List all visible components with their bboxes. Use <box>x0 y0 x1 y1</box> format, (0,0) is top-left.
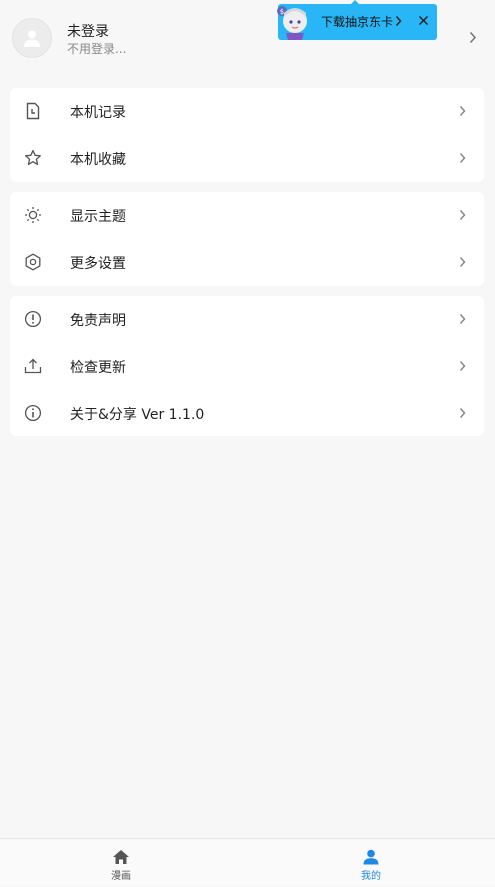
avatar[interactable] <box>12 18 52 58</box>
banner-pointer <box>351 0 359 4</box>
tab-label: 我的 <box>361 871 381 882</box>
home-icon <box>113 850 129 864</box>
chevron-right-icon <box>459 257 466 267</box>
menu-item-label: 更多设置 <box>70 256 126 272</box>
info-circle-icon <box>24 404 42 422</box>
star-icon <box>25 149 41 166</box>
menu-group-settings: 显示主题 更多设置 <box>10 192 484 286</box>
menu-item-display-theme[interactable]: 显示主题 <box>10 192 484 239</box>
menu-item-label: 免责声明 <box>70 313 126 329</box>
promo-banner[interactable]: $ 下载抽京东卡 <box>277 0 437 40</box>
chevron-right-icon <box>459 153 466 163</box>
menu-item-check-update[interactable]: 检查更新 <box>10 343 484 390</box>
tab-label: 漫画 <box>111 871 131 882</box>
sun-icon <box>25 207 41 223</box>
promo-banner-text: 下载抽京东卡 <box>321 15 394 29</box>
document-icon <box>26 102 40 120</box>
menu-item-local-records[interactable]: 本机记录 <box>10 88 484 135</box>
chevron-right-icon <box>459 106 466 116</box>
menu-item-label: 本机记录 <box>70 105 126 121</box>
profile-name: 未登录 <box>67 24 109 40</box>
avatar-placeholder-icon <box>24 30 40 47</box>
upload-icon <box>24 358 42 374</box>
menu-item-label: 本机收藏 <box>70 152 126 168</box>
menu-item-label: 显示主题 <box>70 209 126 225</box>
person-icon <box>363 849 379 865</box>
tab-mine[interactable]: 我的 <box>311 839 431 887</box>
menu-item-more-settings[interactable]: 更多设置 <box>10 239 484 286</box>
tab-comics[interactable]: 漫画 <box>61 839 181 887</box>
close-icon[interactable] <box>418 15 429 26</box>
menu-item-about-share[interactable]: 关于&分享 Ver 1.1.0 <box>10 390 484 437</box>
profile-subtitle: 不用登录... <box>67 42 127 56</box>
chevron-right-icon <box>395 16 402 26</box>
chevron-right-icon <box>459 210 466 220</box>
chevron-right-icon <box>459 314 466 324</box>
menu-group-about: 免责声明 检查更新 关于&分享 Ver 1.1.0 <box>10 296 484 436</box>
menu-item-disclaimer[interactable]: 免责声明 <box>10 296 484 343</box>
chevron-right-icon <box>459 361 466 371</box>
mascot-icon: $ <box>277 6 307 40</box>
hexagon-settings-icon <box>25 253 41 271</box>
chevron-right-icon <box>469 31 477 44</box>
chevron-right-icon <box>459 408 466 418</box>
svg-text:$: $ <box>280 8 284 16</box>
bottom-navigation: 漫画 我的 <box>0 838 495 886</box>
menu-group-records: 本机记录 本机收藏 <box>10 88 484 182</box>
menu-item-local-favorites[interactable]: 本机收藏 <box>10 135 484 182</box>
exclamation-circle-icon <box>24 310 42 328</box>
menu-item-label: 检查更新 <box>70 360 126 376</box>
menu-item-label: 关于&分享 Ver 1.1.0 <box>70 407 205 423</box>
